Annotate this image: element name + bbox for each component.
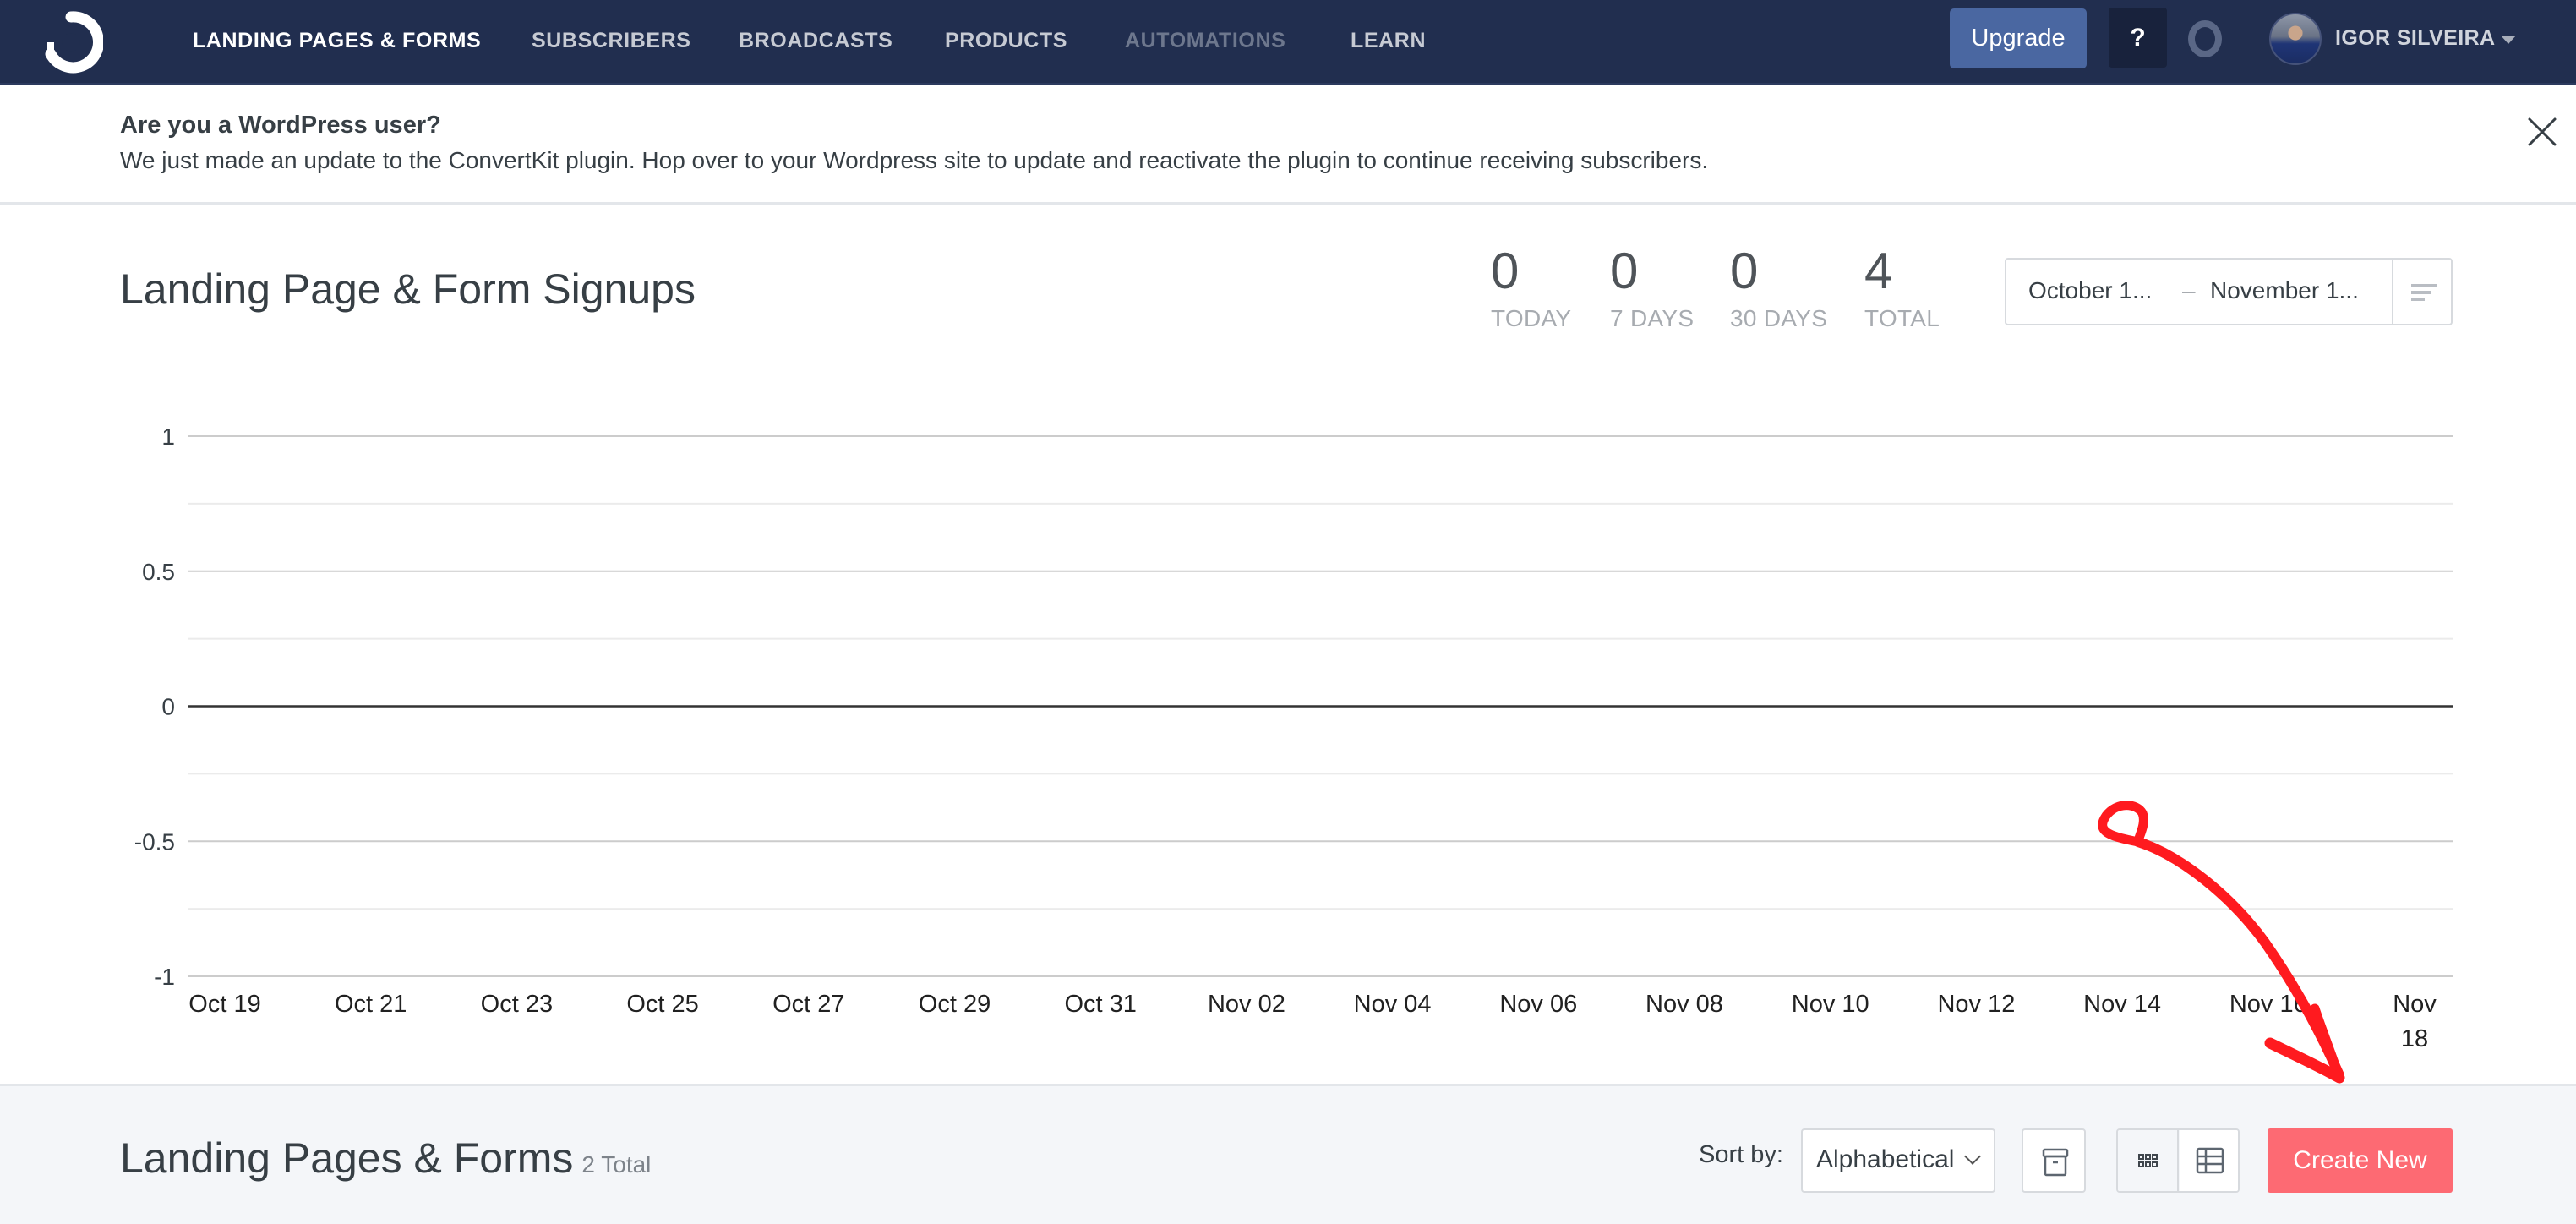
sort-label: Sort by: [1699,1141,1783,1168]
status-ring-icon[interactable] [2188,20,2222,57]
banner-text: We just made an update to the ConvertKit… [120,147,1709,173]
x-tick-label: Oct 23 [481,991,553,1018]
banner-title: Are you a WordPress user? [120,112,441,139]
nav-products[interactable]: PRODUCTS [945,29,1067,53]
x-tick-label: Nov 06 [1499,991,1577,1018]
table-icon [2196,1147,2224,1174]
top-nav: LANDING PAGES & FORMS SUBSCRIBERS BROADC… [0,0,2576,85]
y-tick-label: 0.5 [142,559,175,585]
nav-subscribers[interactable]: SUBSCRIBERS [532,29,691,53]
caret-down-icon[interactable] [2501,36,2516,44]
x-tick-label: Oct 31 [1064,991,1136,1018]
y-tick-label: 1 [161,423,175,450]
y-tick-label: 0 [161,694,175,720]
x-tick-label: Nov 10 [1792,991,1869,1018]
upgrade-button[interactable]: Upgrade [1950,8,2087,68]
list-title: Landing Pages & Forms 2 Total [120,1134,651,1183]
list-title-text: Landing Pages & Forms [120,1134,574,1182]
view-toggle [2116,1128,2240,1193]
signups-section: Landing Page & Form Signups 0 TODAY 0 7 … [0,207,2576,1084]
create-new-button[interactable]: Create New [2268,1128,2453,1193]
nav-landing-pages-forms[interactable]: LANDING PAGES & FORMS [193,29,481,53]
y-tick-label: -0.5 [134,828,175,855]
x-tick-label: Nov [2393,991,2437,1018]
x-tick-label: Nov 02 [1208,991,1285,1018]
convertkit-logo-icon[interactable] [39,10,103,74]
user-name[interactable]: IGOR SILVEIRA [2335,26,2495,51]
x-tick-label: Nov 04 [1354,991,1432,1018]
x-tick-label: Oct 25 [626,991,698,1018]
y-tick-label: -1 [154,964,175,990]
signups-chart: 1 0.5 0 -0.5 -1 Oct 19 Oct 21 Oct 23 Oct 25 Oct 2… [134,423,2453,1052]
x-tick-label: Oct 29 [919,991,991,1018]
x-tick-label: Oct 27 [772,991,844,1018]
archive-icon [2042,1148,2069,1177]
sort-select[interactable]: Alphabetical [1801,1128,1995,1193]
table-view-button[interactable] [2180,1130,2238,1191]
list-count: 2 Total [581,1151,652,1178]
archive-button[interactable] [2022,1128,2086,1193]
x-tick-label: Oct 19 [188,991,260,1018]
x-tick-label: Nov 12 [1937,991,2015,1018]
x-tick-label: Oct 21 [335,991,407,1018]
x-tick-label: Nov 16 [2229,991,2307,1018]
close-icon[interactable] [2527,117,2557,147]
nav-broadcasts[interactable]: BROADCASTS [739,29,892,53]
wordpress-notice-banner: Are you a WordPress user? We just made a… [0,86,2576,205]
nav-automations[interactable]: AUTOMATIONS [1125,29,1285,53]
grid-view-button[interactable] [2118,1130,2179,1191]
avatar[interactable] [2269,13,2322,65]
sort-value: Alphabetical [1816,1145,1955,1173]
landing-pages-list-header: Landing Pages & Forms 2 Total Sort by: Al… [0,1084,2576,1224]
help-button[interactable]: ? [2109,8,2167,68]
x-tick-label-line2: 18 [2401,1025,2428,1052]
chevron-down-icon [1964,1148,1981,1165]
nav-learn[interactable]: LEARN [1351,29,1426,53]
x-tick-label: Nov 08 [1645,991,1723,1018]
grid-icon [2138,1154,2158,1167]
x-tick-label: Nov 14 [2083,991,2161,1018]
